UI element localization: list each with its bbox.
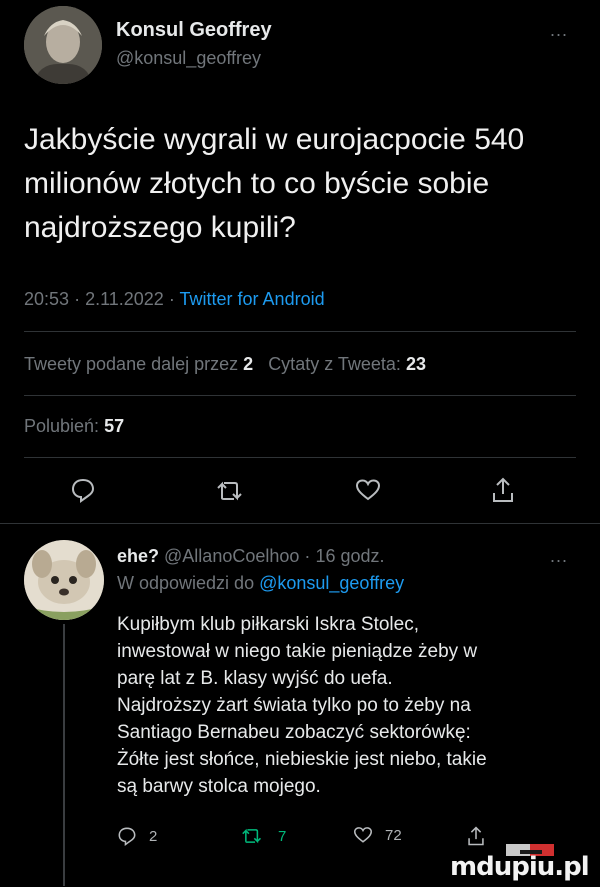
reply-time[interactable]: 16 godz.: [315, 546, 384, 566]
reply-like-button[interactable]: 72: [353, 826, 402, 844]
watermark-logo: mdupiu.pl: [446, 842, 596, 882]
reply-text-line: inwestował w niego takie pieniądze żeby …: [117, 641, 478, 662]
retweets-count[interactable]: 2: [243, 354, 253, 374]
author-avatar[interactable]: [24, 6, 102, 84]
likes-label[interactable]: Polubień:: [24, 416, 99, 436]
tweet-text-line: Jakbyście wygrali w eurojacpocie 540: [24, 123, 525, 156]
tweet-text-line: najdroższego kupili?: [24, 211, 296, 244]
like-icon[interactable]: [355, 478, 381, 507]
tweet-time[interactable]: 20:53: [24, 289, 69, 309]
likes-count[interactable]: 57: [104, 416, 124, 436]
reply-text-line: są barwy stolca mojego.: [117, 776, 321, 797]
reply-text-line: Żółte jest słońce, niebieskie jest niebo…: [117, 749, 487, 770]
reply-text-line: Santiago Bernabeu zobaczyć sektorówkę:: [117, 722, 471, 743]
tweet-text: Jakbyście wygrali w eurojacpocie 540 mil…: [24, 118, 584, 250]
like-count: 72: [385, 826, 402, 844]
reply-text-line: Kupiłbym klub piłkarski Iskra Stolec,: [117, 614, 419, 635]
reply-count: 2: [149, 827, 158, 845]
reply-more-options-icon[interactable]: ...: [550, 546, 568, 567]
retweet-icon[interactable]: [215, 478, 245, 509]
reply-author-avatar[interactable]: [24, 540, 104, 620]
divider: [0, 523, 600, 524]
reply-author-name[interactable]: ehe?: [117, 546, 159, 566]
share-icon[interactable]: [490, 476, 516, 509]
tweet-text-line: milionów złotych to co byście sobie: [24, 167, 490, 200]
retweet-count: 7: [278, 827, 287, 845]
likes-stats: Polubień: 57: [24, 416, 124, 437]
more-options-icon[interactable]: ...: [550, 20, 568, 41]
thread-line: [63, 624, 65, 886]
reply-icon[interactable]: [70, 477, 96, 508]
reply-icon: [118, 827, 136, 846]
like-icon: [353, 827, 373, 843]
quotes-count[interactable]: 23: [406, 354, 426, 374]
divider: [24, 395, 576, 396]
retweet-icon: [242, 828, 262, 844]
quotes-label[interactable]: Cytaty z Tweeta:: [268, 354, 401, 374]
meta-separator: ·: [168, 289, 175, 309]
tweet-client-link[interactable]: Twitter for Android: [180, 289, 325, 309]
engagement-stats: Tweety podane dalej przez 2 Cytaty z Twe…: [24, 354, 426, 375]
reply-text-line: parę lat z B. klasy wyjść do uefa.: [117, 668, 393, 689]
retweets-label[interactable]: Tweety podane dalej przez: [24, 354, 238, 374]
tweet-date[interactable]: 2.11.2022: [85, 289, 164, 309]
author-name[interactable]: Konsul Geoffrey: [116, 19, 272, 42]
reply-author-handle[interactable]: @AllanoCoelhoo: [164, 546, 299, 566]
reply-header: ehe? @AllanoCoelhoo · 16 godz.: [117, 546, 385, 567]
reply-reply-button[interactable]: 2: [117, 826, 157, 846]
divider: [24, 331, 576, 332]
watermark-text: mdupiu.pl: [450, 852, 590, 882]
tweet-meta: 20:53 · 2.11.2022 · Twitter for Android: [24, 289, 325, 310]
reply-retweet-button[interactable]: 7: [240, 826, 286, 846]
meta-separator: ·: [74, 289, 81, 309]
reply-text: Kupiłbym klub piłkarski Iskra Stolec, in…: [117, 611, 587, 800]
meta-separator: ·: [304, 546, 311, 566]
replying-to: W odpowiedzi do @konsul_geoffrey: [117, 573, 404, 594]
author-handle[interactable]: @konsul_geoffrey: [116, 48, 261, 69]
replying-to-handle[interactable]: @konsul_geoffrey: [259, 573, 404, 593]
divider: [24, 457, 576, 458]
reply-text-line: Najdroższy żart świata tylko po to żeby …: [117, 695, 471, 716]
replying-to-label: W odpowiedzi do: [117, 573, 255, 593]
